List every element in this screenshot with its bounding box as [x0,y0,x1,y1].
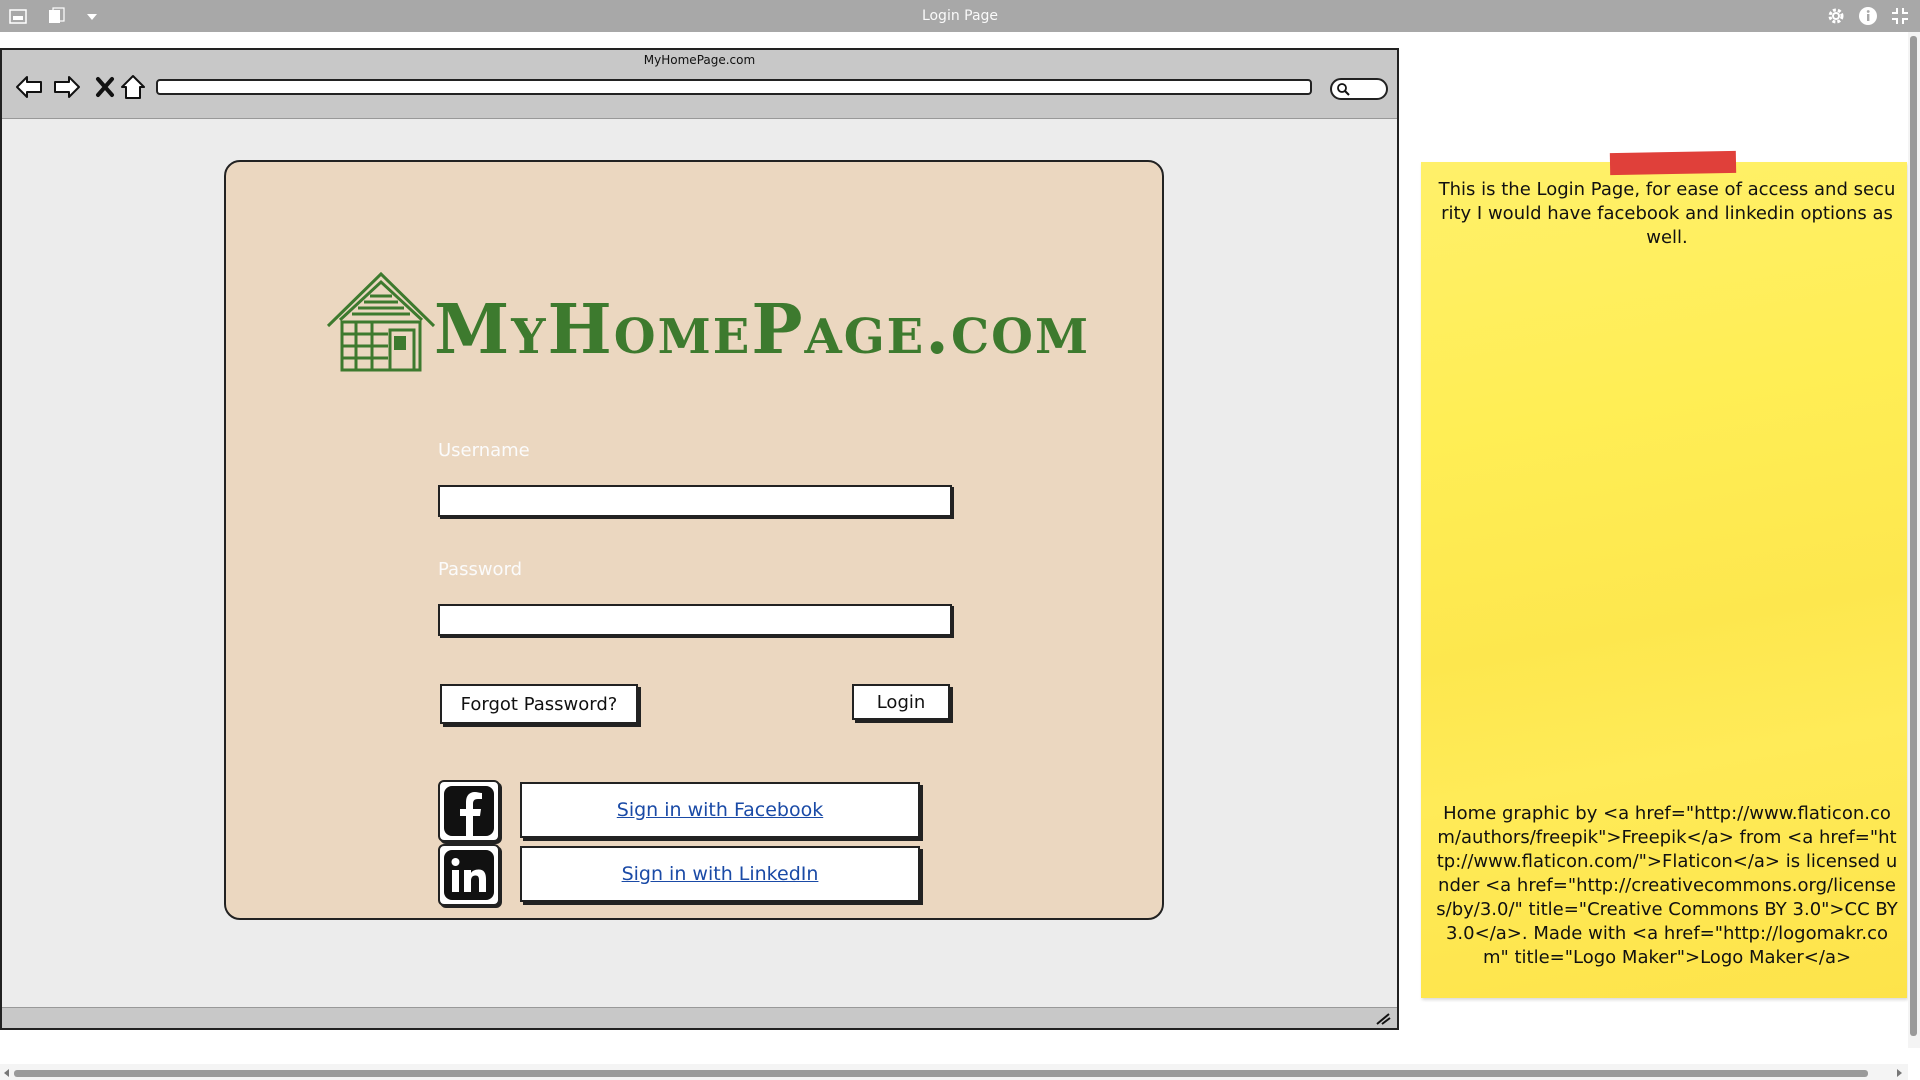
horizontal-scrollbar[interactable] [0,1064,1908,1080]
scroll-left-icon[interactable] [2,1068,12,1078]
login-button[interactable]: Login [852,684,950,720]
collapse-icon[interactable] [1890,6,1910,26]
facebook-signin-button[interactable]: Sign in with Facebook [520,782,920,838]
vertical-scroll-thumb[interactable] [1910,36,1917,1036]
browser-search-field[interactable] [1330,78,1388,100]
sticky-note-attribution: Home graphic by <a href="http://www.flat… [1436,803,1898,968]
horizontal-scroll-thumb[interactable] [14,1070,1868,1077]
browser-page-title: MyHomePage.com [643,53,756,67]
vertical-scrollbar[interactable] [1908,32,1920,1048]
username-input[interactable] [438,485,952,517]
linkedin-signin-button[interactable]: Sign in with LinkedIn [520,846,920,902]
sticky-note-description: This is the Login Page, for ease of acce… [1438,179,1896,248]
window-title: Login Page [921,8,999,24]
address-bar[interactable] [156,79,1312,95]
title-bar: Login Page [0,0,1920,32]
house-logo-icon [326,271,436,372]
browser-toolbar: MyHomePage.com [2,50,1397,119]
username-label: Username [438,440,530,461]
gear-icon[interactable] [1826,6,1846,26]
site-logo: MyHomePage.com [434,290,1091,370]
password-input[interactable] [438,604,952,636]
password-label: Password [438,559,523,580]
forward-arrow-icon[interactable] [52,72,82,102]
scroll-right-icon[interactable] [1894,1068,1904,1078]
sticky-note-tape [1609,150,1737,176]
browser-status-bar [2,1007,1397,1028]
info-icon[interactable] [1858,6,1878,26]
forgot-password-button[interactable]: Forgot Password? [440,684,638,724]
stop-icon[interactable] [90,72,120,102]
facebook-icon[interactable] [438,780,500,842]
home-icon[interactable] [118,72,148,102]
browser-window: MyHomePage.com MyHomePage.com Username P… [0,48,1399,1030]
linkedin-icon[interactable] [438,844,500,906]
login-card: MyHomePage.com Username Password Forgot … [224,160,1164,920]
resize-grip-icon[interactable] [1375,1011,1391,1025]
sticky-note: This is the Login Page, for ease of acce… [1421,162,1907,998]
back-arrow-icon[interactable] [14,72,44,102]
search-icon [1337,83,1350,96]
